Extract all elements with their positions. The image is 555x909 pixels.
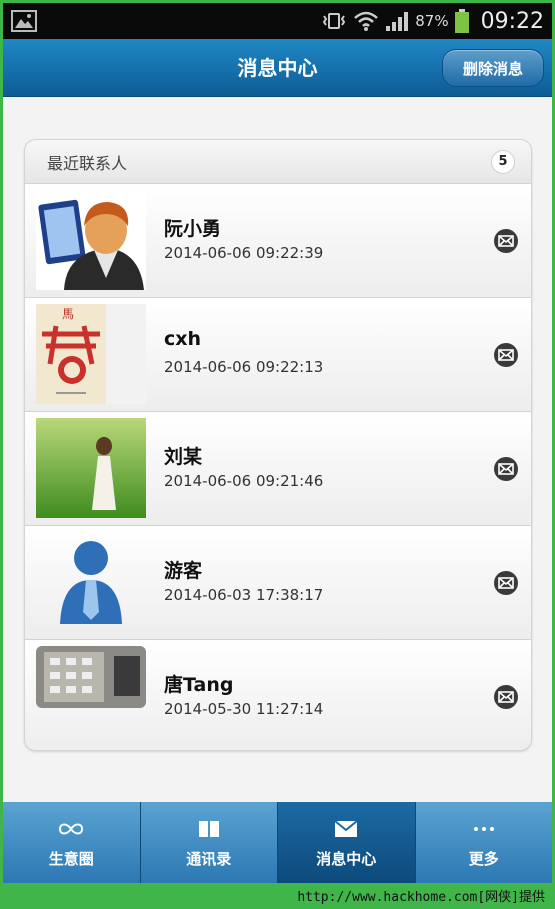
contact-row[interactable]: 游客 2014-06-03 17:38:17 xyxy=(25,526,531,640)
message-time: 2014-06-03 17:38:17 xyxy=(164,586,324,604)
envelope-icon[interactable] xyxy=(493,456,519,482)
contact-name: 阮小勇 xyxy=(164,218,222,240)
tab-more[interactable]: 更多 xyxy=(415,802,552,883)
status-bar: 87% 09:22 xyxy=(3,3,552,39)
tab-label: 更多 xyxy=(468,850,499,868)
delete-messages-button[interactable]: 删除消息 xyxy=(442,49,544,87)
wifi-icon xyxy=(353,10,379,32)
envelope-icon[interactable] xyxy=(493,342,519,368)
message-time: 2014-06-06 09:22:39 xyxy=(164,244,324,262)
contact-name: 游客 xyxy=(164,560,203,582)
section-title: 最近联系人 xyxy=(47,153,128,173)
contact-row[interactable]: 馬 cxh 2014-06-06 09:22:13 xyxy=(25,298,531,412)
book-icon xyxy=(198,816,220,842)
envelope-icon[interactable] xyxy=(493,684,519,710)
tab-business-circle[interactable]: 生意圈 xyxy=(3,802,141,883)
bottom-tab-bar: 生意圈 通讯录 消息中心 更多 xyxy=(3,802,552,883)
phone-screen: 87% 09:22 消息中心 删除消息 最近联系人 5 阮小勇 2014-06-… xyxy=(3,3,552,883)
infinity-icon xyxy=(58,816,84,842)
count-badge: 5 xyxy=(491,149,515,174)
message-time: 2014-06-06 09:22:13 xyxy=(164,358,324,376)
battery-icon xyxy=(454,9,469,33)
contact-row[interactable]: 阮小勇 2014-06-06 09:22:39 xyxy=(25,184,531,298)
contact-name: cxh xyxy=(164,328,202,350)
watermark: http://www.hackhome.com[网侠]提供 xyxy=(297,890,545,905)
message-time: 2014-05-30 11:27:14 xyxy=(164,700,324,718)
avatar xyxy=(36,190,146,290)
mail-icon xyxy=(334,816,358,842)
tab-label: 通讯录 xyxy=(186,850,232,868)
battery-percent: 87% xyxy=(415,12,449,30)
message-time: 2014-06-06 09:21:46 xyxy=(164,472,324,490)
contact-row[interactable]: 唐Tang 2014-05-30 11:27:14 xyxy=(25,640,531,750)
tab-message-center[interactable]: 消息中心 xyxy=(278,802,416,883)
title-bar: 消息中心 删除消息 xyxy=(3,39,552,97)
clock: 09:22 xyxy=(480,8,544,34)
avatar xyxy=(36,646,146,746)
tab-contacts[interactable]: 通讯录 xyxy=(140,802,278,883)
main-content: 最近联系人 5 阮小勇 2014-06-06 09:22:39 馬 cxh 20… xyxy=(3,98,552,802)
avatar xyxy=(36,418,146,518)
contact-row[interactable]: 刘某 2014-06-06 09:21:46 xyxy=(25,412,531,526)
envelope-icon[interactable] xyxy=(493,570,519,596)
envelope-icon[interactable] xyxy=(493,228,519,254)
contact-name: 唐Tang xyxy=(164,674,234,696)
gallery-notification-icon xyxy=(11,10,37,32)
vibrate-icon xyxy=(321,11,347,31)
more-icon xyxy=(473,816,495,842)
recent-contacts-header: 最近联系人 5 xyxy=(25,140,531,184)
avatar: 馬 xyxy=(36,304,146,404)
svg-text:馬: 馬 xyxy=(62,307,74,321)
signal-icon xyxy=(385,10,409,32)
contact-name: 刘某 xyxy=(164,446,203,468)
tab-label: 生意圈 xyxy=(48,850,94,868)
avatar xyxy=(36,532,146,632)
tab-label: 消息中心 xyxy=(316,850,377,868)
recent-contacts-card: 最近联系人 5 阮小勇 2014-06-06 09:22:39 馬 cxh 20… xyxy=(24,139,532,751)
